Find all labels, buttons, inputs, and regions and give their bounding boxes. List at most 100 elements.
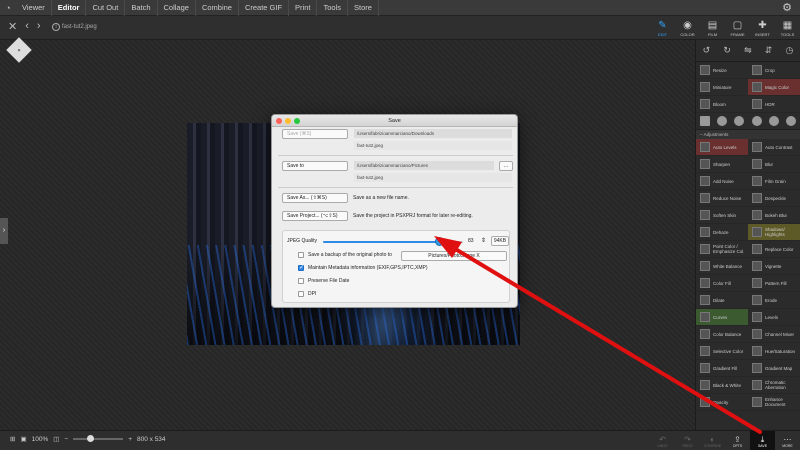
- save-project-button[interactable]: Save Project... (⌥⇧S): [282, 211, 348, 221]
- tool-pattern-fill[interactable]: Pattern Fill: [748, 275, 800, 292]
- tool-levels[interactable]: Levels: [748, 309, 800, 326]
- tool-point-color-emphasize-col-[interactable]: Point Color / Emphasize Col.: [696, 241, 748, 258]
- rotate-left-icon[interactable]: ↺: [703, 45, 711, 56]
- tab-edit[interactable]: ✎ EDIT: [650, 16, 675, 40]
- filter-preset-icon[interactable]: [716, 116, 727, 126]
- tab-insert[interactable]: ✚ INSERT: [750, 16, 775, 40]
- filter-preset-icon[interactable]: [786, 116, 797, 126]
- adjustments-header[interactable]: − Adjustments: [696, 130, 800, 139]
- tab-film[interactable]: ▤ FILM: [700, 16, 725, 40]
- tab-tools[interactable]: ▦ TOOLS: [775, 16, 800, 40]
- stepper-icon[interactable]: ⇕: [481, 237, 486, 244]
- filter-preset-icon[interactable]: [768, 116, 779, 126]
- menu-item-combine[interactable]: Combine: [196, 0, 239, 16]
- tab-frame[interactable]: ▢ FRAME: [725, 16, 750, 40]
- forward-icon[interactable]: ›: [37, 20, 41, 33]
- tool-color-fill[interactable]: Color Fill: [696, 275, 748, 292]
- jpeg-quality-knob[interactable]: [435, 237, 444, 246]
- tool-magic-color[interactable]: Magic Color: [748, 79, 800, 96]
- bottom-tool-save[interactable]: ⤓ SAVE: [750, 431, 775, 450]
- bottom-tool-more[interactable]: ⋯ MORE: [775, 431, 800, 450]
- menu-item-editor[interactable]: Editor: [52, 0, 87, 16]
- tool-opacity[interactable]: Opacity: [696, 394, 748, 411]
- preserve-date-checkbox[interactable]: [298, 278, 304, 284]
- tool-hdr[interactable]: HDR: [748, 96, 800, 113]
- tool-film-grain[interactable]: Film Grain: [748, 173, 800, 190]
- tool-blur[interactable]: Blur: [748, 156, 800, 173]
- menu-item-tools[interactable]: Tools: [317, 0, 348, 16]
- tool-selective-color[interactable]: Selective Color: [696, 343, 748, 360]
- dpi-checkbox[interactable]: [298, 291, 304, 297]
- save-as-button[interactable]: Save As... (⇧⌘S): [282, 193, 348, 203]
- menu-item-cut-out[interactable]: Cut Out: [86, 0, 126, 16]
- zoom-window-icon[interactable]: [294, 118, 300, 124]
- tool-sharpen[interactable]: Sharpen: [696, 156, 748, 173]
- zoom-slider[interactable]: [73, 435, 124, 442]
- menu-item-viewer[interactable]: Viewer: [16, 0, 52, 16]
- tool-crop[interactable]: Crop: [748, 62, 800, 79]
- save-button[interactable]: Save (⌘S): [282, 129, 348, 139]
- tool-replace-color[interactable]: Replace Color: [748, 241, 800, 258]
- tool-shadows-highlights[interactable]: Shadows/ Highlights: [748, 224, 800, 241]
- tool-gradient-map[interactable]: Gradient Map: [748, 360, 800, 377]
- filter-preset-icon[interactable]: [734, 116, 745, 126]
- tool-channel-mixer[interactable]: Channel Mixer: [748, 326, 800, 343]
- menu-item-batch[interactable]: Batch: [125, 0, 158, 16]
- tool-chromatic-aberration[interactable]: Chromatic Aberration: [748, 377, 800, 394]
- app-logo-icon[interactable]: ◔: [0, 0, 16, 16]
- actual-size-icon[interactable]: ▣: [20, 435, 26, 443]
- zoom-in-icon[interactable]: +: [128, 436, 132, 443]
- menu-item-collage[interactable]: Collage: [158, 0, 196, 16]
- tool-add-noise[interactable]: Add Noise: [696, 173, 748, 190]
- close-icon[interactable]: ✕: [8, 20, 17, 33]
- tool-vignette[interactable]: Vignette: [748, 258, 800, 275]
- tool-color-balance[interactable]: Color Balance: [696, 326, 748, 343]
- fit-icon[interactable]: ⊞: [10, 435, 15, 443]
- menu-item-create-gif[interactable]: Create GIF: [239, 0, 290, 16]
- tool-bloom[interactable]: Bloom: [696, 96, 748, 113]
- tool-hue-saturation[interactable]: Hue/Saturation: [748, 343, 800, 360]
- tool-curves[interactable]: Curves: [696, 309, 748, 326]
- tool-dilate[interactable]: Dilate: [696, 292, 748, 309]
- tool-gradient-fill[interactable]: Gradient Fill: [696, 360, 748, 377]
- tool-auto-levels[interactable]: Auto Levels: [696, 139, 748, 156]
- tool-erode[interactable]: Erode: [748, 292, 800, 309]
- filter-preset-icon[interactable]: [751, 116, 762, 126]
- browse-button[interactable]: ...: [499, 161, 513, 171]
- info-icon[interactable]: i: [52, 23, 60, 31]
- gear-icon[interactable]: ⚙: [782, 1, 792, 14]
- compare-view-icon[interactable]: ◫: [53, 435, 59, 443]
- zoom-out-icon[interactable]: −: [64, 436, 68, 443]
- rotate-right-icon[interactable]: ↻: [723, 45, 731, 56]
- tool-despeckle[interactable]: Despeckle: [748, 190, 800, 207]
- metadata-checkbox[interactable]: [298, 264, 304, 271]
- flip-horizontal-icon[interactable]: ⇋: [744, 45, 752, 56]
- menu-item-print[interactable]: Print: [289, 0, 318, 16]
- tool-miniature[interactable]: Miniature: [696, 79, 748, 96]
- tab-color[interactable]: ◉ COLOR: [675, 16, 700, 40]
- bottom-tool-redo[interactable]: ↷ REDO: [675, 431, 700, 450]
- save-to-button[interactable]: Save to: [282, 161, 348, 171]
- straighten-icon[interactable]: ◷: [786, 45, 794, 56]
- minimize-window-icon[interactable]: [285, 118, 291, 124]
- bottom-tool-compare[interactable]: ◐ COMPARE: [700, 431, 725, 450]
- jpeg-quality-value[interactable]: 83: [468, 238, 474, 244]
- bottom-tool-opts[interactable]: ⇪ OPTS: [725, 431, 750, 450]
- tool-bokeh-blur[interactable]: Bokeh Blur: [748, 207, 800, 224]
- tool-soften-skin[interactable]: Soften Skin: [696, 207, 748, 224]
- tool-dehaze[interactable]: Dehaze: [696, 224, 748, 241]
- flip-vertical-icon[interactable]: ⇵: [765, 45, 773, 56]
- tool-auto-contrast[interactable]: Auto Contrast: [748, 139, 800, 156]
- backup-checkbox[interactable]: [298, 252, 304, 258]
- tool-resize[interactable]: Resize: [696, 62, 748, 79]
- tool-reduce-noise[interactable]: Reduce Noise: [696, 190, 748, 207]
- backup-folder-select[interactable]: Pictures/PhotoScape X: [401, 251, 507, 261]
- tool-white-balance[interactable]: White Balance: [696, 258, 748, 275]
- side-panel-toggle-icon[interactable]: ›: [0, 218, 8, 244]
- bottom-tool-undo[interactable]: ↶ UNDO: [650, 431, 675, 450]
- back-icon[interactable]: ‹: [25, 20, 29, 33]
- tool-enhance-document[interactable]: Enhance Document: [748, 394, 800, 411]
- menu-item-store[interactable]: Store: [348, 0, 379, 16]
- tool-black-white[interactable]: Black & White: [696, 377, 748, 394]
- close-window-icon[interactable]: [276, 118, 282, 124]
